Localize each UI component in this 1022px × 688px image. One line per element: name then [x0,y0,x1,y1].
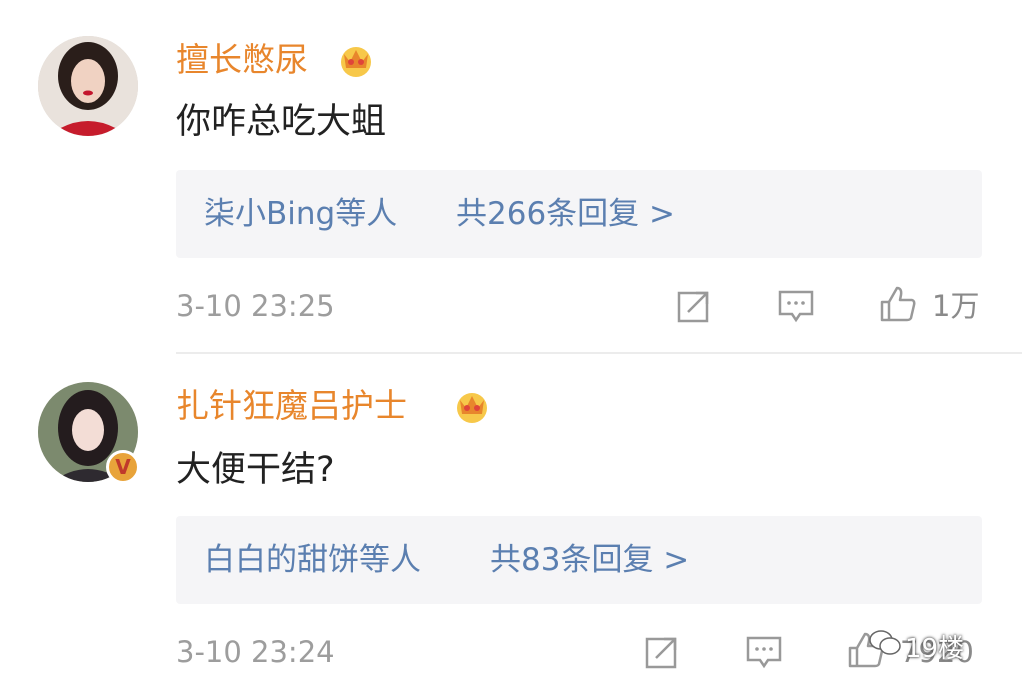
share-icon[interactable] [674,286,714,326]
timestamp: 3-10 23:24 [176,635,335,669]
comment-icon[interactable] [744,632,784,672]
comment-item: 擅长憋尿 你咋总吃大蛆 柒小Bing等人 共266条回复 > 3-10 23:2… [0,0,1022,352]
replies-users: 白白的甜饼等人 [204,542,421,578]
replies-link[interactable]: 柒小Bing等人 共266条回复 > [176,170,982,258]
comment-icon[interactable] [776,286,816,326]
like-icon[interactable] [878,284,918,324]
avatar-image [38,36,138,136]
timestamp: 3-10 23:25 [176,289,335,323]
share-icon[interactable] [642,632,682,672]
replies-users: 柒小Bing等人 [204,196,398,232]
comment-text: 你咋总吃大蛆 [176,102,387,142]
user-avatar[interactable] [38,36,138,136]
vip-crown-icon [341,47,371,77]
wechat-logo-icon [869,630,901,655]
replies-link[interactable]: 白白的甜饼等人 共83条回复 > [176,516,982,604]
comment-text: 大便干结? [176,450,335,490]
watermark: 19楼 [905,634,965,664]
like-count: 1万 [932,289,980,323]
replies-count: 共266条回复 > [456,196,675,232]
username[interactable]: 擅长憋尿 [176,40,308,80]
username[interactable]: 扎针狂魔吕护士 [176,386,407,426]
replies-count: 共83条回复 > [490,542,690,578]
verified-badge-icon: V [106,450,140,484]
vip-crown-icon [457,393,487,423]
